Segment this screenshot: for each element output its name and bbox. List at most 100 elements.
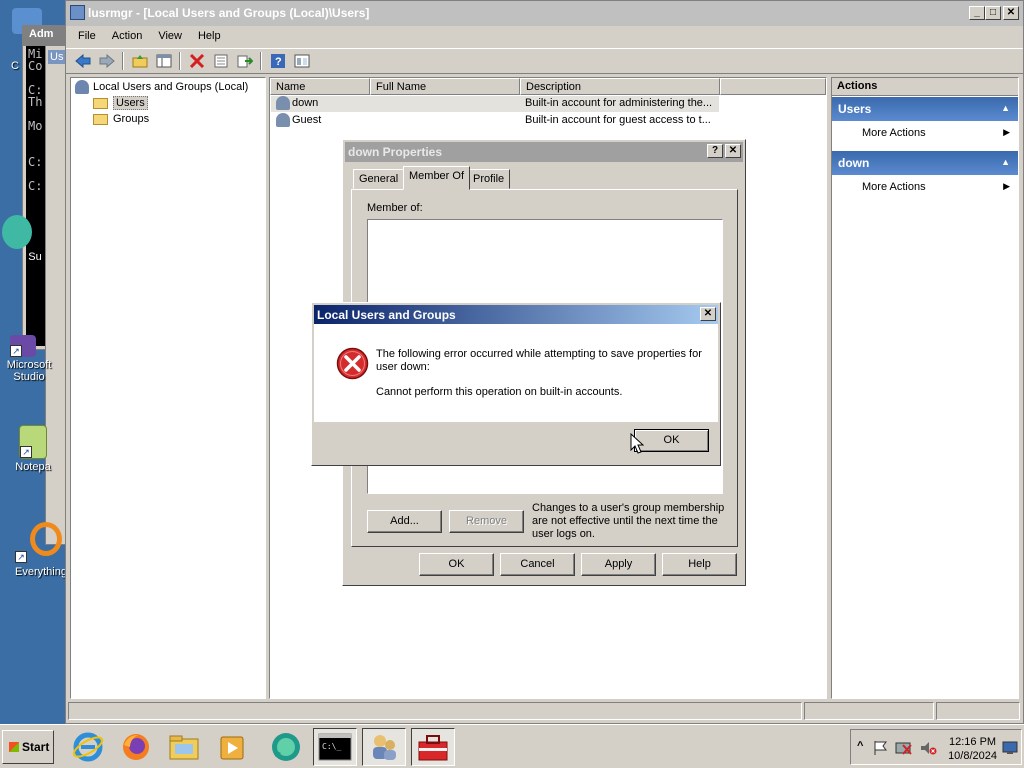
actions-title: Actions xyxy=(832,78,1018,96)
clock-date: 10/8/2024 xyxy=(948,750,997,762)
membership-note: Changes to a user's group membership are… xyxy=(532,502,725,540)
network-icon[interactable] xyxy=(895,740,913,756)
maximize-button[interactable]: □ xyxy=(985,6,1001,20)
ok-button[interactable]: OK xyxy=(419,553,494,576)
tab-profile[interactable]: Profile xyxy=(467,169,511,189)
cancel-button[interactable]: Cancel xyxy=(500,553,575,576)
table-row[interactable]: down Built-in account for administering … xyxy=(271,96,719,112)
cmd-window-title: Adm xyxy=(23,26,71,46)
svg-text:?: ? xyxy=(275,56,282,68)
taskbar-app-explorer[interactable] xyxy=(162,728,206,766)
tab-general[interactable]: General xyxy=(353,169,405,189)
actions-section-users[interactable]: Users ▲ xyxy=(832,97,1018,121)
lusrmgr-app-icon xyxy=(70,5,85,20)
tray-expand-icon[interactable]: ^ xyxy=(857,740,863,752)
actions-pane: Actions Users ▲ More Actions ▶ down ▲ Mo… xyxy=(831,77,1019,699)
desktop-icon-sublime[interactable]: Su xyxy=(0,215,52,263)
show-hide-tree-icon[interactable] xyxy=(153,51,174,71)
error-message: The following error occurred while attem… xyxy=(376,348,702,398)
member-of-label: Member of: xyxy=(367,202,423,214)
help-title-button[interactable]: ? xyxy=(707,144,723,158)
tree-pane: Local Users and Groups (Local) Users Gro… xyxy=(70,77,266,699)
column-header-filler xyxy=(720,78,826,95)
menu-bar: File Action View Help xyxy=(66,27,1023,47)
error-ok-button[interactable]: OK xyxy=(634,429,709,452)
user-icon xyxy=(276,113,290,127)
desktop-icon-studio[interactable]: ↗ Microsoft Studio xyxy=(0,335,58,383)
notepad-icon: ↗ xyxy=(19,425,47,459)
forward-icon[interactable] xyxy=(96,51,117,71)
taskbar: Start C:\_ ^ 12:16 PM 10/8/2024 xyxy=(0,724,1024,768)
properties-title-bar[interactable]: down Properties ? ✕ xyxy=(345,142,743,162)
shortcut-arrow-icon: ↗ xyxy=(20,446,32,458)
folder-icon xyxy=(93,113,108,125)
explorer-icon xyxy=(169,735,199,760)
taskbar-app-cmd[interactable]: C:\_ xyxy=(313,728,357,766)
tree-item-users[interactable]: Users xyxy=(93,95,148,111)
delete-icon[interactable] xyxy=(186,51,207,71)
column-header-description[interactable]: Description xyxy=(520,78,720,95)
taskbar-app-media-player[interactable] xyxy=(210,728,254,766)
minimize-button[interactable]: _ xyxy=(969,6,985,20)
back-icon[interactable] xyxy=(72,51,93,71)
submenu-arrow-icon: ▶ xyxy=(1003,181,1010,191)
close-button[interactable]: ✕ xyxy=(725,144,741,158)
tab-member-of[interactable]: Member Of xyxy=(403,166,471,190)
help-icon[interactable]: ? xyxy=(267,51,288,71)
desktop-icon-notepad[interactable]: ↗ Notepa xyxy=(0,425,68,473)
tree-root[interactable]: Local Users and Groups (Local) xyxy=(75,79,248,95)
table-row[interactable]: Guest Built-in account for guest access … xyxy=(271,113,719,129)
firefox-icon xyxy=(123,734,149,760)
add-button[interactable]: Add... xyxy=(367,510,442,533)
main-title-bar[interactable]: lusrmgr - [Local Users and Groups (Local… xyxy=(66,1,1023,26)
collapse-caret-icon[interactable]: ▲ xyxy=(1001,103,1010,113)
column-header-name[interactable]: Name xyxy=(270,78,370,95)
desktop-icon-everything[interactable]: ↗ Everything xyxy=(2,522,72,578)
close-button[interactable]: ✕ xyxy=(700,307,716,321)
actions-section-down[interactable]: down ▲ xyxy=(832,151,1018,175)
clock[interactable]: 12:16 PM 10/8/2024 xyxy=(948,735,997,763)
taskbar-app-ie[interactable] xyxy=(66,728,110,766)
mmc-icon[interactable] xyxy=(291,51,312,71)
apply-button[interactable]: Apply xyxy=(581,553,656,576)
clock-time: 12:16 PM xyxy=(948,736,997,748)
user-icon xyxy=(276,96,290,110)
main-window-title: lusrmgr - [Local Users and Groups (Local… xyxy=(88,6,370,20)
system-tray: ^ 12:16 PM 10/8/2024 xyxy=(850,729,1022,765)
taskbar-app-firefox[interactable] xyxy=(114,728,158,766)
volume-icon[interactable] xyxy=(919,740,937,756)
ie-icon xyxy=(72,732,104,762)
action-more-actions-down[interactable]: More Actions ▶ xyxy=(832,178,1018,196)
media-player-icon xyxy=(220,736,244,760)
menu-action[interactable]: Action xyxy=(104,27,151,47)
everything-icon: ↗ xyxy=(15,522,62,563)
properties-icon[interactable] xyxy=(210,51,231,71)
error-dialog[interactable]: Local Users and Groups ✕ The following e… xyxy=(311,302,721,466)
column-header-full-name[interactable]: Full Name xyxy=(370,78,520,95)
remove-button[interactable]: Remove xyxy=(449,510,524,533)
taskbar-app-chat[interactable] xyxy=(264,728,308,766)
export-icon[interactable] xyxy=(234,51,255,71)
close-button[interactable]: ✕ xyxy=(1003,6,1019,20)
tree-item-groups[interactable]: Groups xyxy=(93,111,149,127)
studio-icon: ↗ xyxy=(10,335,36,357)
error-title-bar[interactable]: Local Users and Groups ✕ xyxy=(314,305,718,324)
menu-view[interactable]: View xyxy=(150,27,190,47)
status-panel xyxy=(804,702,934,720)
toolbar-separator xyxy=(122,52,124,70)
flag-icon[interactable] xyxy=(873,740,889,756)
menu-help[interactable]: Help xyxy=(190,27,229,47)
toolbar-separator xyxy=(260,52,262,70)
toolbox-icon xyxy=(418,735,448,761)
action-more-actions-users[interactable]: More Actions ▶ xyxy=(832,124,1018,142)
up-folder-icon[interactable] xyxy=(129,51,150,71)
show-desktop-icon[interactable] xyxy=(1002,741,1018,755)
folder-icon xyxy=(93,97,108,109)
start-button[interactable]: Start xyxy=(2,730,54,764)
help-button[interactable]: Help xyxy=(662,553,737,576)
taskbar-app-users[interactable] xyxy=(362,728,406,766)
taskbar-app-toolbox[interactable] xyxy=(411,728,455,766)
collapse-caret-icon[interactable]: ▲ xyxy=(1001,157,1010,167)
mouse-cursor-icon xyxy=(630,433,644,454)
menu-file[interactable]: File xyxy=(70,27,104,47)
